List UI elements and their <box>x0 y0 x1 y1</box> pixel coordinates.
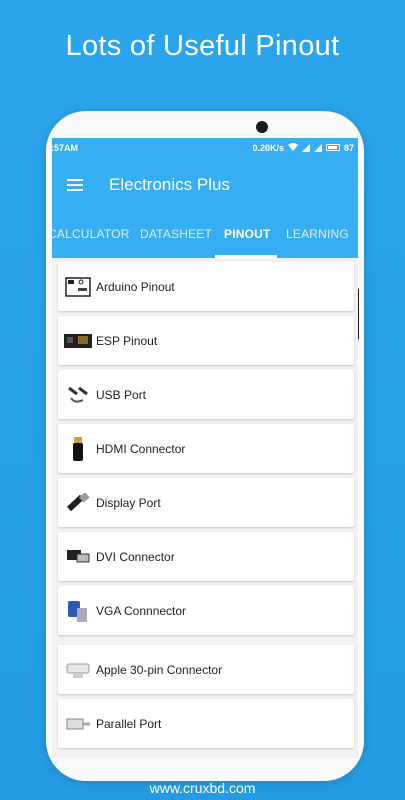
headline: Lots of Useful Pinout <box>65 30 340 62</box>
wifi-icon <box>287 142 298 153</box>
tab-indicator <box>215 255 277 258</box>
esp-module-icon <box>64 327 92 355</box>
camera-dot <box>256 121 268 133</box>
app-bar: Electronics Plus <box>52 157 358 212</box>
list-item-label: Arduino Pinout <box>96 279 175 294</box>
dvi-connector-icon <box>64 543 92 571</box>
battery-level: 87 <box>343 142 354 153</box>
list-item-label: Apple 30-pin Connector <box>96 662 223 677</box>
list-item-vga[interactable]: VGA Connnector <box>58 586 354 635</box>
hamburger-menu-icon[interactable] <box>67 178 83 191</box>
displayport-icon <box>64 489 92 517</box>
footer-url: www.cruxbd.com <box>149 780 256 796</box>
tab-calculator[interactable]: CALCULATOR <box>52 212 130 258</box>
list-item-hdmi[interactable]: HDMI Connector <box>58 424 354 473</box>
parallel-port-icon <box>64 710 92 738</box>
tab-pinout[interactable]: PINOUT <box>224 212 271 258</box>
pinout-list: Arduino Pinout ESP Pinout USB Port HDMI … <box>52 258 358 748</box>
signal-icon-2 <box>313 143 322 152</box>
list-item-esp[interactable]: ESP Pinout <box>58 316 354 365</box>
list-item-apple30pin[interactable]: Apple 30-pin Connector <box>58 645 354 694</box>
list-item-label: VGA Connnector <box>96 603 187 618</box>
tab-datasheet[interactable]: DATASHEET <box>140 212 212 258</box>
tab-bar: CALCULATOR DATASHEET PINOUT LEARNING <box>52 212 358 258</box>
list-item-label: HDMI Connector <box>96 441 186 456</box>
list-item-displayport[interactable]: Display Port <box>58 478 354 527</box>
network-speed: 0.20K/s <box>252 142 284 153</box>
signal-icon <box>301 143 310 152</box>
status-bar: 8:57AM 0.20K/s 87 <box>52 138 358 157</box>
tab-learning[interactable]: LEARNING <box>286 212 349 258</box>
battery-icon <box>325 144 340 151</box>
list-item-dvi[interactable]: DVI Connector <box>58 532 354 581</box>
list-item-parallel[interactable]: Parallel Port <box>58 699 354 748</box>
usb-cable-icon <box>64 381 92 409</box>
list-item-label: Display Port <box>96 495 161 510</box>
list-item-label: Parallel Port <box>96 716 162 731</box>
apple-30pin-icon <box>64 656 92 684</box>
list-item-label: DVI Connector <box>96 549 175 564</box>
list-item-label: ESP Pinout <box>96 333 158 348</box>
list-item-label: USB Port <box>96 387 147 402</box>
status-time: 8:57AM <box>52 142 79 153</box>
arduino-board-icon <box>64 273 92 301</box>
list-item-arduino[interactable]: Arduino Pinout <box>58 262 354 311</box>
app-screen: 8:57AM 0.20K/s 87 Electronics Plus CALCU… <box>52 138 358 758</box>
list-item-usb[interactable]: USB Port <box>58 370 354 419</box>
app-title: Electronics Plus <box>109 174 230 194</box>
vga-connector-icon <box>64 597 92 625</box>
hdmi-connector-icon <box>64 435 92 463</box>
